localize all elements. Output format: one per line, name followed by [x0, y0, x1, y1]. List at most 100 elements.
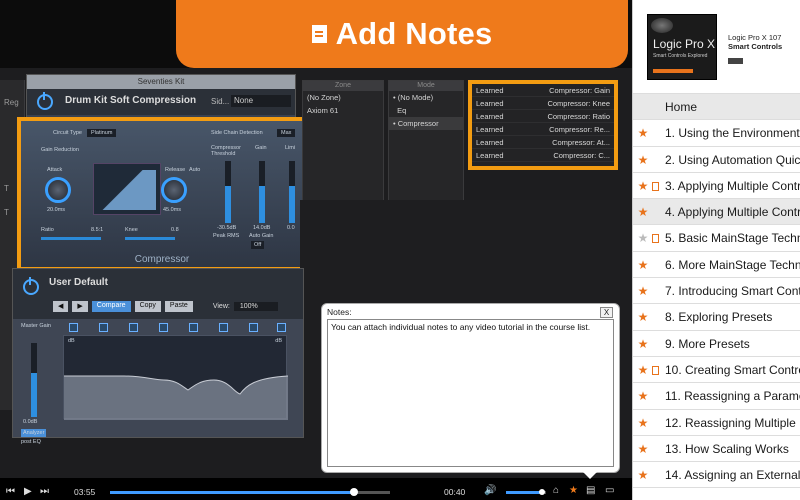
volume-slider[interactable]: [506, 489, 546, 495]
star-icon[interactable]: ★: [637, 383, 649, 408]
eq-band-button[interactable]: [249, 323, 258, 332]
view-select[interactable]: 100%: [233, 302, 278, 311]
play-icon[interactable]: ▶: [24, 486, 32, 497]
lesson-item[interactable]: ★ 2. Using Automation Quick: [633, 147, 800, 173]
cover-title: Logic Pro X: [653, 37, 716, 51]
notes-textarea[interactable]: You can attach individual notes to any v…: [327, 319, 614, 467]
eq-band-button[interactable]: [277, 323, 286, 332]
lesson-item[interactable]: ★ 8. Exploring Presets: [633, 304, 800, 331]
compare-button[interactable]: Compare: [91, 301, 131, 312]
star-icon[interactable]: ★: [637, 410, 649, 435]
lesson-item[interactable]: ★ 7. Introducing Smart Contr: [633, 278, 800, 305]
lesson-item[interactable]: ★ 10. Creating Smart Contro: [633, 357, 800, 384]
analyzer-button[interactable]: Analyzer: [21, 429, 47, 437]
star-icon[interactable]: ★: [637, 436, 649, 461]
lesson-item[interactable]: ★ 12. Reassigning Multiple P: [633, 410, 800, 436]
skip-forward-icon[interactable]: ⏭: [40, 486, 49, 497]
eq-band-button[interactable]: [219, 323, 228, 332]
lesson-item[interactable]: ★ 3. Applying Multiple Contro: [633, 173, 800, 200]
notes-icon[interactable]: ▤: [586, 485, 595, 496]
banner-title: Add Notes: [335, 16, 493, 51]
lesson-item[interactable]: ★ 5. Basic MainStage Techni: [633, 225, 800, 252]
menu-home[interactable]: Home: [633, 94, 800, 121]
mapping-row[interactable]: Learned Compressor: Gain: [472, 84, 614, 97]
zone-item[interactable]: (No Zone): [303, 91, 383, 104]
notes-close-button[interactable]: X: [600, 307, 613, 318]
star-icon[interactable]: ★: [637, 199, 649, 224]
star-icon[interactable]: ★: [637, 357, 649, 382]
plugin-header: Drum Kit Soft Compression Sid... None: [27, 89, 295, 115]
fullscreen-icon[interactable]: ▭: [605, 485, 614, 496]
master-gain-slider[interactable]: [31, 343, 37, 417]
zone-item[interactable]: Axiom 61: [303, 104, 383, 117]
attack-knob[interactable]: [45, 177, 71, 203]
lesson-item[interactable]: ★ 11. Reassigning a Parame: [633, 383, 800, 410]
star-icon[interactable]: ★: [637, 304, 649, 329]
volume-icon[interactable]: 🔊: [484, 485, 496, 496]
mode-item[interactable]: • (No Mode): [389, 91, 463, 104]
video-frame[interactable]: Reg T T Seventies Kit Drum Kit Soft Comp…: [0, 0, 632, 478]
prev-preset-button[interactable]: ◀: [53, 301, 69, 312]
volume-thumb[interactable]: [539, 489, 545, 495]
mapping-row[interactable]: Learned Compressor: Re...: [472, 123, 614, 136]
eq-band-button[interactable]: [189, 323, 198, 332]
ratio-slider[interactable]: [41, 237, 101, 240]
player-controls: ⏮ ▶ ⏭ 03:55 00:40 🔊 ⌂ ★ ▤ ▭: [0, 483, 620, 500]
limiter-slider[interactable]: [289, 161, 295, 223]
course-header: Logic Pro X Smart Controls Explored Logi…: [633, 0, 800, 94]
note-icon: [652, 234, 659, 244]
mapping-row[interactable]: Learned Compressor: At...: [472, 136, 614, 149]
ratio-label: Ratio: [41, 227, 54, 233]
knee-slider[interactable]: [125, 237, 175, 240]
limiter-label: Limi: [285, 145, 296, 151]
copy-button[interactable]: Copy: [134, 301, 161, 312]
home-icon[interactable]: ⌂: [553, 485, 559, 496]
mapping-row[interactable]: Learned Compressor: Knee: [472, 97, 614, 110]
threshold-slider[interactable]: [225, 161, 231, 223]
limiter-value: 0.0: [287, 225, 295, 231]
eq-band-button[interactable]: [99, 323, 108, 332]
preset-menu[interactable]: Drum Kit Soft Compression: [65, 95, 196, 106]
star-icon[interactable]: ★: [637, 173, 649, 198]
lesson-item[interactable]: ★ 13. How Scaling Works: [633, 436, 800, 463]
release-knob[interactable]: [161, 177, 187, 203]
eq-band-button[interactable]: [69, 323, 78, 332]
star-icon[interactable]: ★: [637, 252, 649, 277]
lesson-item[interactable]: ★ 1. Using the Environment: [633, 120, 800, 147]
star-icon[interactable]: ★: [637, 278, 649, 303]
lesson-item[interactable]: ★ 9. More Presets: [633, 331, 800, 357]
auto-gain-select[interactable]: Off: [251, 241, 265, 249]
power-icon[interactable]: [23, 277, 39, 295]
circuit-type-select[interactable]: Platinum: [87, 129, 117, 137]
star-icon[interactable]: ★: [637, 147, 649, 172]
mode-item[interactable]: • Compressor: [389, 117, 463, 130]
eq-band-button[interactable]: [129, 323, 138, 332]
star-icon[interactable]: ★: [637, 225, 649, 250]
lesson-item[interactable]: ★ 4. Applying Multiple Contro: [633, 199, 800, 226]
gain-slider[interactable]: [259, 161, 265, 223]
sidechain-detection-select[interactable]: Max: [277, 129, 296, 137]
star-icon[interactable]: ★: [569, 485, 578, 496]
mapping-row[interactable]: Learned Compressor: Ratio: [472, 110, 614, 123]
next-preset-button[interactable]: ▶: [72, 301, 88, 312]
star-icon[interactable]: ★: [637, 331, 649, 356]
lesson-item[interactable]: ★ 6. More MainStage Techni: [633, 252, 800, 279]
star-icon[interactable]: ★: [637, 462, 649, 487]
progress-thumb[interactable]: [349, 488, 358, 496]
sidechain-select[interactable]: None: [231, 95, 291, 107]
track-label: T: [4, 184, 9, 193]
power-icon[interactable]: [37, 92, 53, 110]
progress-bar[interactable]: [110, 488, 390, 496]
paste-button[interactable]: Paste: [164, 301, 193, 312]
mode-item[interactable]: Eq: [389, 104, 463, 117]
note-icon: [311, 25, 327, 43]
lesson-item[interactable]: ★ 14. Assigning an External: [633, 462, 800, 489]
post-eq-select[interactable]: post EQ: [21, 439, 41, 445]
eq-band-button[interactable]: [159, 323, 168, 332]
mapping-row[interactable]: Learned Compressor: C...: [472, 149, 614, 162]
skip-back-icon[interactable]: ⏮: [6, 486, 15, 497]
eq-curve-graph[interactable]: dB dB: [63, 335, 288, 420]
eq-preset-menu[interactable]: User Default: [49, 277, 108, 288]
star-icon[interactable]: ★: [637, 120, 649, 145]
plugin-window-title: Seventies Kit: [27, 75, 295, 89]
